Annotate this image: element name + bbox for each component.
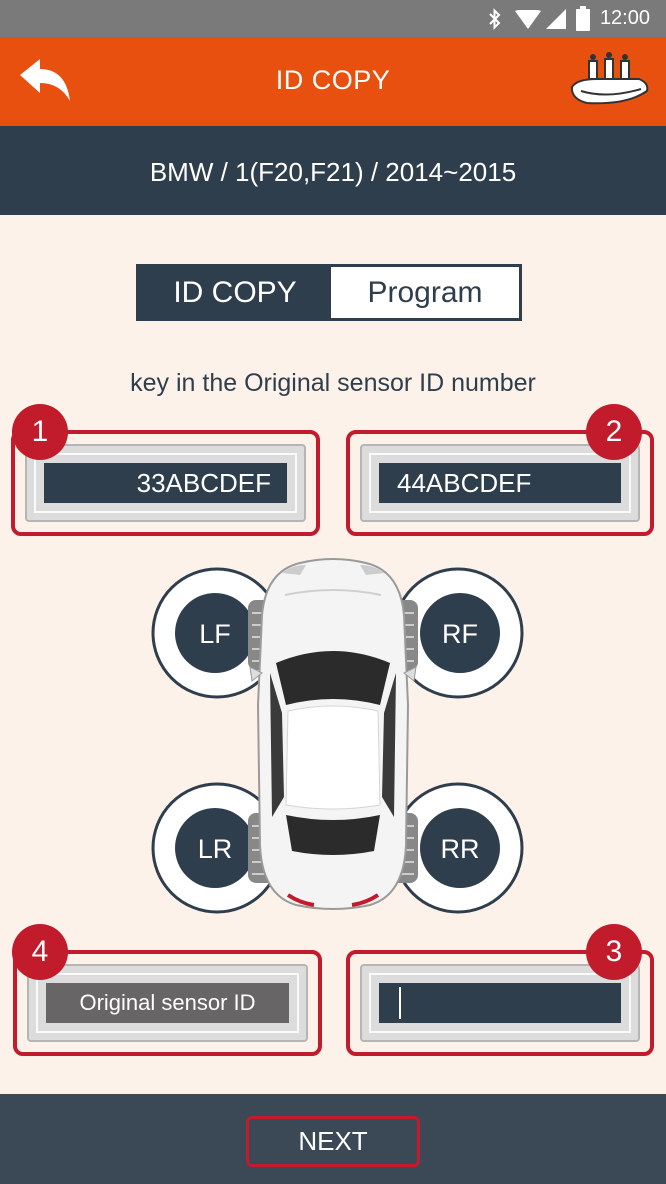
wheel-rf-label: RF <box>442 619 478 649</box>
bluetooth-icon <box>489 8 501 30</box>
instruction-text: key in the Original sensor ID number <box>130 369 536 397</box>
wheel-lf-label: LF <box>199 619 231 649</box>
text-cursor <box>399 987 401 1019</box>
wheel-rr-label: RR <box>441 834 480 864</box>
status-bar: 12:00 <box>0 0 666 37</box>
bottom-bar: NEXT <box>0 1094 666 1184</box>
sensor-id-value-1: 33ABCDEF <box>136 467 271 498</box>
badge-2: 2 <box>586 404 642 460</box>
sensor-id-field-2[interactable]: 44ABCDEF <box>379 463 621 503</box>
next-button[interactable]: NEXT <box>246 1116 420 1167</box>
battery-icon <box>576 6 590 31</box>
app-header: ID COPY <box>0 37 666 126</box>
sensor-id-value-2: 44ABCDEF <box>397 467 532 498</box>
badge-3: 3 <box>586 924 642 980</box>
tab-program[interactable]: Program <box>331 267 519 318</box>
sensor-id-field-1[interactable]: 33ABCDEF <box>44 463 287 503</box>
status-time: 12:00 <box>599 7 650 29</box>
car-body <box>249 558 417 910</box>
tab-id-copy[interactable]: ID COPY <box>139 267 331 318</box>
vehicle-selection: BMW / 1(F20,F21) / 2014~2015 <box>149 157 517 187</box>
wheel-lr-label: LR <box>198 834 233 864</box>
badge-4: 4 <box>12 924 68 980</box>
original-sensor-id-label: Original sensor ID <box>79 990 256 1015</box>
original-sensor-id-button[interactable]: Original sensor ID <box>46 983 289 1023</box>
mode-tabs: ID COPY Program <box>136 264 522 321</box>
tpms-logo-icon <box>570 52 649 105</box>
wifi-icon <box>515 10 541 29</box>
badge-1: 1 <box>12 404 68 460</box>
signal-icon <box>546 9 566 29</box>
vehicle-bar: BMW / 1(F20,F21) / 2014~2015 <box>0 126 666 215</box>
sensor-id-input-3[interactable] <box>379 983 621 1023</box>
car-diagram: LF RF LR RR <box>151 558 524 914</box>
